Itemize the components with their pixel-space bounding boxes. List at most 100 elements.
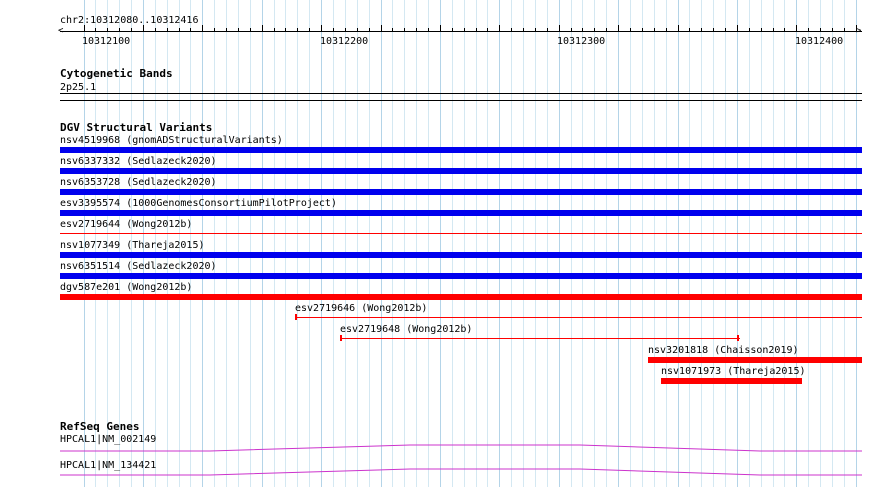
ruler-minor-tick bbox=[250, 28, 251, 31]
ruler-major-tick bbox=[321, 25, 322, 31]
grid-line bbox=[285, 0, 286, 487]
ruler-minor-tick bbox=[476, 28, 477, 31]
variant-bar[interactable] bbox=[60, 189, 862, 195]
grid-line bbox=[654, 0, 655, 487]
ruler-minor-tick bbox=[428, 28, 429, 31]
grid-line bbox=[274, 0, 275, 487]
grid-line bbox=[666, 0, 667, 487]
ruler-major-tick bbox=[559, 25, 560, 31]
variant-label[interactable]: nsv3201818 (Chaisson2019) bbox=[648, 345, 799, 356]
ruler-minor-tick bbox=[274, 28, 275, 31]
grid-line bbox=[713, 0, 714, 487]
ruler-minor-tick bbox=[749, 28, 750, 31]
variant-label[interactable]: dgv587e201 (Wong2012b) bbox=[60, 282, 192, 293]
grid-line bbox=[487, 0, 488, 487]
variant-label[interactable]: nsv1071973 (Thareja2015) bbox=[661, 366, 806, 377]
grid-line bbox=[416, 0, 417, 487]
ruler-minor-tick bbox=[167, 28, 168, 31]
variant-bar[interactable] bbox=[60, 210, 862, 216]
grid-line bbox=[606, 0, 607, 487]
ruler-minor-tick bbox=[594, 28, 595, 31]
grid-line bbox=[547, 0, 548, 487]
variant-label[interactable]: nsv4519968 (gnomADStructuralVariants) bbox=[60, 135, 283, 146]
ruler-minor-tick bbox=[725, 28, 726, 31]
cytoband-track-title[interactable]: Cytogenetic Bands bbox=[60, 68, 173, 80]
ruler-minor-tick bbox=[511, 28, 512, 31]
variant-label[interactable]: esv2719644 (Wong2012b) bbox=[60, 219, 192, 230]
grid-line bbox=[309, 0, 310, 487]
variant-label[interactable]: nsv6353728 (Sedlazeck2020) bbox=[60, 177, 217, 188]
variant-bar[interactable] bbox=[60, 294, 862, 300]
variant-label[interactable]: esv2719646 (Wong2012b) bbox=[295, 303, 427, 314]
ruler-minor-tick bbox=[654, 28, 655, 31]
ruler-minor-tick bbox=[547, 28, 548, 31]
ruler-minor-tick bbox=[107, 28, 108, 31]
ruler-minor-tick bbox=[464, 28, 465, 31]
grid-line bbox=[796, 0, 797, 487]
grid-line bbox=[476, 0, 477, 487]
ruler-minor-tick bbox=[666, 28, 667, 31]
grid-line bbox=[618, 0, 619, 487]
grid-line bbox=[238, 0, 239, 487]
variant-line[interactable] bbox=[60, 233, 862, 234]
tick-label-3: 10312300 bbox=[557, 36, 606, 47]
grid-line bbox=[559, 0, 560, 487]
variant-label[interactable]: esv3395574 (1000GenomesConsortiumPilotPr… bbox=[60, 198, 337, 209]
ruler-minor-tick bbox=[773, 28, 774, 31]
ruler-major-tick bbox=[737, 25, 738, 31]
grid-line bbox=[440, 0, 441, 487]
grid-line bbox=[428, 0, 429, 487]
variant-bar[interactable] bbox=[648, 357, 862, 363]
ruler-minor-tick bbox=[808, 28, 809, 31]
ruler-minor-tick bbox=[582, 28, 583, 31]
gene-intron-line[interactable] bbox=[60, 440, 862, 456]
grid-line bbox=[820, 0, 821, 487]
ruler-major-tick bbox=[381, 25, 382, 31]
ruler-minor-tick bbox=[190, 28, 191, 31]
ruler-minor-tick bbox=[701, 28, 702, 31]
variant-bar[interactable] bbox=[60, 273, 862, 279]
ruler-minor-tick bbox=[452, 28, 453, 31]
variant-label[interactable]: nsv1077349 (Thareja2015) bbox=[60, 240, 205, 251]
variant-line[interactable] bbox=[340, 338, 740, 339]
variant-bar[interactable] bbox=[60, 168, 862, 174]
variant-line[interactable] bbox=[295, 317, 862, 318]
grid-line bbox=[725, 0, 726, 487]
variant-bar[interactable] bbox=[661, 378, 802, 384]
ruler-minor-tick bbox=[784, 28, 785, 31]
ruler-minor-tick bbox=[119, 28, 120, 31]
ruler-major-tick bbox=[262, 25, 263, 31]
grid-line bbox=[381, 0, 382, 487]
ruler-minor-tick bbox=[487, 28, 488, 31]
variant-bar[interactable] bbox=[60, 252, 862, 258]
grid-line bbox=[856, 0, 857, 487]
grid-line bbox=[689, 0, 690, 487]
cytoband-label: 2p25.1 bbox=[60, 82, 97, 93]
grid-line bbox=[630, 0, 631, 487]
variant-label[interactable]: nsv6351514 (Sedlazeck2020) bbox=[60, 261, 217, 272]
gene-intron-line[interactable] bbox=[60, 466, 862, 482]
ruler-minor-tick bbox=[713, 28, 714, 31]
ruler-minor-tick bbox=[285, 28, 286, 31]
variant-label[interactable]: nsv6337332 (Sedlazeck2020) bbox=[60, 156, 217, 167]
variant-label[interactable]: esv2719648 (Wong2012b) bbox=[340, 324, 472, 335]
grid-line bbox=[749, 0, 750, 487]
ruler-major-tick bbox=[499, 25, 500, 31]
ruler-minor-tick bbox=[844, 28, 845, 31]
cytoband-bar-bottom bbox=[60, 100, 862, 101]
ruler-minor-tick bbox=[155, 28, 156, 31]
ruler-major-tick bbox=[84, 25, 85, 31]
grid-line bbox=[773, 0, 774, 487]
grid-line bbox=[832, 0, 833, 487]
variant-bar[interactable] bbox=[60, 147, 862, 153]
grid-line bbox=[226, 0, 227, 487]
grid-line bbox=[250, 0, 251, 487]
grid-line bbox=[844, 0, 845, 487]
ruler-minor-tick bbox=[535, 28, 536, 31]
dgv-track-title[interactable]: DGV Structural Variants bbox=[60, 122, 212, 134]
ruler-minor-tick bbox=[392, 28, 393, 31]
tick-label-1: 10312100 bbox=[82, 36, 131, 47]
refseq-track-title[interactable]: RefSeq Genes bbox=[60, 421, 139, 433]
ruler-minor-tick bbox=[333, 28, 334, 31]
grid-line bbox=[369, 0, 370, 487]
